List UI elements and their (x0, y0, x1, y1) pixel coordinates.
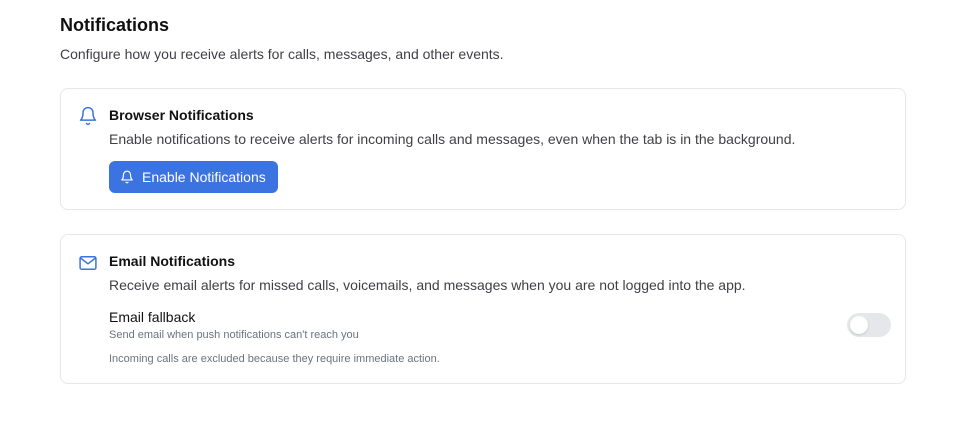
email-fallback-sublabel: Send email when push notifications can't… (109, 329, 359, 341)
browser-notifications-description: Enable notifications to receive alerts f… (109, 131, 796, 147)
page-title: Notifications (60, 15, 170, 35)
bell-icon (120, 170, 134, 184)
email-notifications-description: Receive email alerts for missed calls, v… (109, 277, 746, 293)
email-fallback-toggle[interactable] (847, 313, 891, 337)
mail-icon (78, 253, 98, 273)
browser-notifications-title: Browser Notifications (109, 107, 254, 123)
email-fallback-label: Email fallback (109, 309, 196, 325)
page-subtitle: Configure how you receive alerts for cal… (60, 46, 504, 62)
enable-notifications-button[interactable]: Enable Notifications (109, 161, 278, 193)
email-notifications-card: Email Notifications Receive email alerts… (60, 234, 906, 384)
toggle-knob (850, 316, 868, 334)
browser-notifications-card: Browser Notifications Enable notificatio… (60, 88, 906, 210)
email-fallback-note: Incoming calls are excluded because they… (109, 353, 440, 365)
email-notifications-title: Email Notifications (109, 253, 236, 269)
bell-icon (78, 106, 98, 126)
enable-notifications-label: Enable Notifications (142, 169, 266, 185)
